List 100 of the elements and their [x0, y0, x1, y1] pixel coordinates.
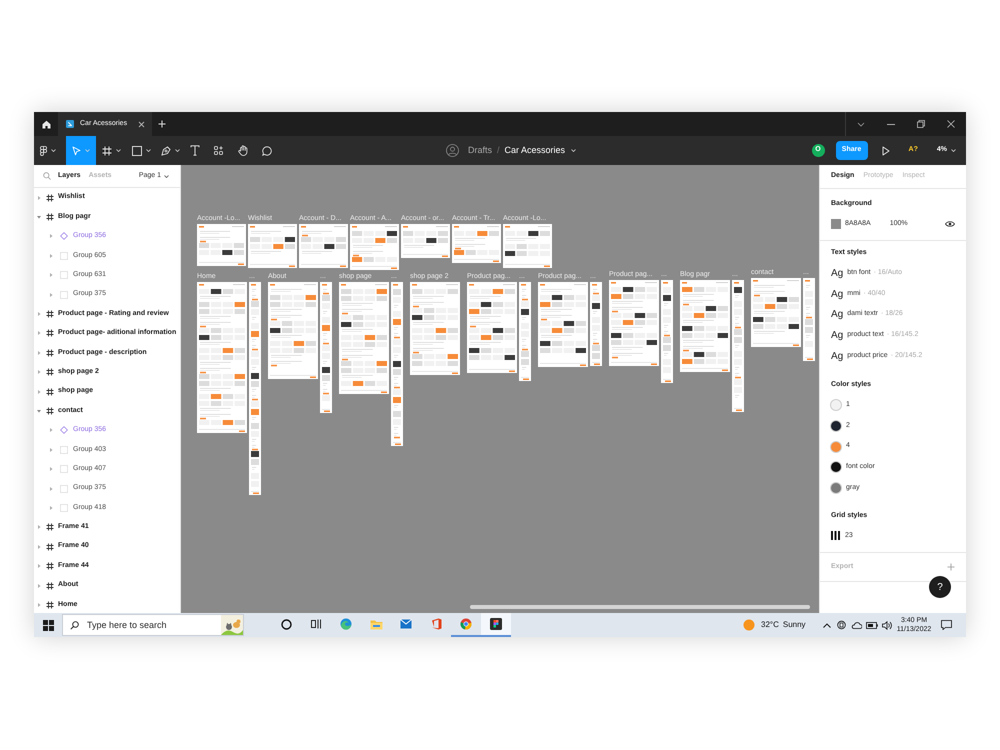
type-sample: Ag: [831, 350, 844, 364]
caret-icon[interactable]: [36, 582, 42, 588]
caret-icon[interactable]: [36, 330, 42, 336]
search-field[interactable]: Type here to search: [87, 618, 209, 632]
color-swatch-icon[interactable]: [831, 462, 841, 472]
home-icon: [42, 120, 50, 128]
page-thumbnail-drawing: [452, 224, 501, 263]
search-icon: [70, 620, 79, 630]
shapes-logo-icon: [40, 146, 47, 156]
weather-widget[interactable]: 32°C Sunny: [740, 613, 812, 637]
hash-icon: [46, 582, 54, 590]
square-icon: [132, 146, 142, 156]
avatar-icon[interactable]: [446, 144, 459, 157]
circle-logo-icon: [460, 618, 472, 630]
mail-icon: [400, 619, 412, 629]
search-highlight-drawing: [221, 615, 243, 635]
hash-icon: [46, 406, 54, 415]
temperature-label: 32°C: [761, 619, 779, 631]
caret-icon[interactable]: [36, 369, 42, 376]
dashed-square-icon: [60, 446, 68, 454]
file-icon: [66, 120, 74, 128]
page-thumbnail-drawing: [299, 224, 348, 268]
cloud-icon[interactable]: [851, 622, 862, 628]
caret-icon[interactable]: [36, 602, 42, 608]
shapes-grid-icon: [214, 146, 222, 155]
caret-icon[interactable]: [48, 233, 54, 240]
present-button[interactable]: [882, 146, 890, 156]
close-tab-button[interactable]: [137, 120, 146, 128]
help-button[interactable]: ?: [929, 576, 951, 598]
caret-icon[interactable]: [48, 272, 54, 278]
notification-icon: [940, 620, 952, 630]
caret-icon[interactable]: [36, 524, 42, 530]
dashed-square-icon: [60, 290, 68, 299]
cursor-icon: [72, 146, 81, 156]
type-sample: Ag: [831, 308, 844, 322]
page-thumbnail-drawing: [197, 224, 246, 266]
caret-icon[interactable]: [48, 446, 54, 453]
caret-icon[interactable]: [48, 486, 54, 492]
restore-icon: [917, 120, 925, 128]
file-name-button[interactable]: Car Acessories: [504, 144, 576, 158]
type-sample: Ag: [831, 266, 844, 281]
color-swatch-icon[interactable]: [831, 483, 841, 494]
color-swatch-icon[interactable]: [831, 442, 841, 452]
plus-icon[interactable]: [947, 562, 955, 571]
page-thumbnail-drawing: [401, 224, 450, 258]
shapes-logo-icon: [490, 618, 502, 630]
hash-icon: [46, 368, 54, 376]
diamond-icon: [60, 232, 68, 240]
color-swatch-icon[interactable]: [831, 420, 841, 431]
chevron-down-icon: [857, 122, 865, 126]
caret-icon: [174, 149, 180, 152]
color-swatch-icon[interactable]: [831, 219, 841, 229]
caret-icon[interactable]: [48, 292, 54, 298]
eye-icon[interactable]: [945, 221, 955, 227]
text-tool-icon: [190, 145, 200, 156]
battery-icon[interactable]: [866, 622, 878, 628]
page-thumbnail-drawing: [751, 278, 801, 347]
hash-icon: [46, 329, 54, 338]
caret-icon: [164, 174, 169, 178]
chevron-up-icon: [823, 622, 831, 628]
taskbar-app-button[interactable]: [481, 613, 511, 637]
caret-icon[interactable]: [36, 194, 42, 201]
hash-icon: [46, 348, 54, 357]
caret-icon: [85, 149, 90, 152]
meeting-icon[interactable]: [837, 620, 846, 630]
breadcrumb-separator: /: [497, 144, 500, 157]
hand-icon: [238, 145, 248, 156]
caret-icon[interactable]: [36, 563, 42, 570]
dashed-square-icon: [60, 504, 68, 512]
door-logo-icon: [430, 618, 442, 630]
folder-link[interactable]: Drafts: [468, 144, 492, 158]
hash-icon: [46, 542, 54, 551]
hash-icon: [46, 523, 54, 532]
caret-icon[interactable]: [36, 350, 42, 356]
caret-icon: [571, 149, 576, 152]
caret-icon[interactable]: [48, 427, 54, 434]
caret-icon: [116, 149, 120, 152]
scrollbar[interactable]: [470, 605, 810, 609]
sun-icon: [743, 619, 755, 631]
task-view-icon: [310, 619, 322, 629]
caret-icon[interactable]: [36, 214, 42, 220]
caret-icon[interactable]: [48, 466, 54, 472]
caret-icon[interactable]: [48, 252, 54, 259]
search-icon[interactable]: [43, 172, 51, 180]
caret-icon[interactable]: [36, 311, 42, 318]
search-bar[interactable]: Type here to search: [62, 614, 244, 636]
caret-icon[interactable]: [36, 544, 42, 550]
caret-icon: [51, 149, 56, 152]
type-sample: Ag: [831, 288, 844, 302]
color-swatch-icon[interactable]: [831, 400, 841, 410]
diamond-icon: [60, 426, 68, 434]
caret-icon[interactable]: [36, 408, 42, 414]
ring-icon: [280, 618, 292, 630]
caret-icon[interactable]: [48, 504, 54, 511]
hash-icon: [46, 388, 54, 396]
hash-icon: [46, 310, 54, 318]
speaker-icon[interactable]: [882, 620, 892, 630]
dashed-square-icon: [60, 271, 68, 280]
caret-icon[interactable]: [36, 388, 42, 395]
grid-icon[interactable]: [831, 531, 840, 540]
